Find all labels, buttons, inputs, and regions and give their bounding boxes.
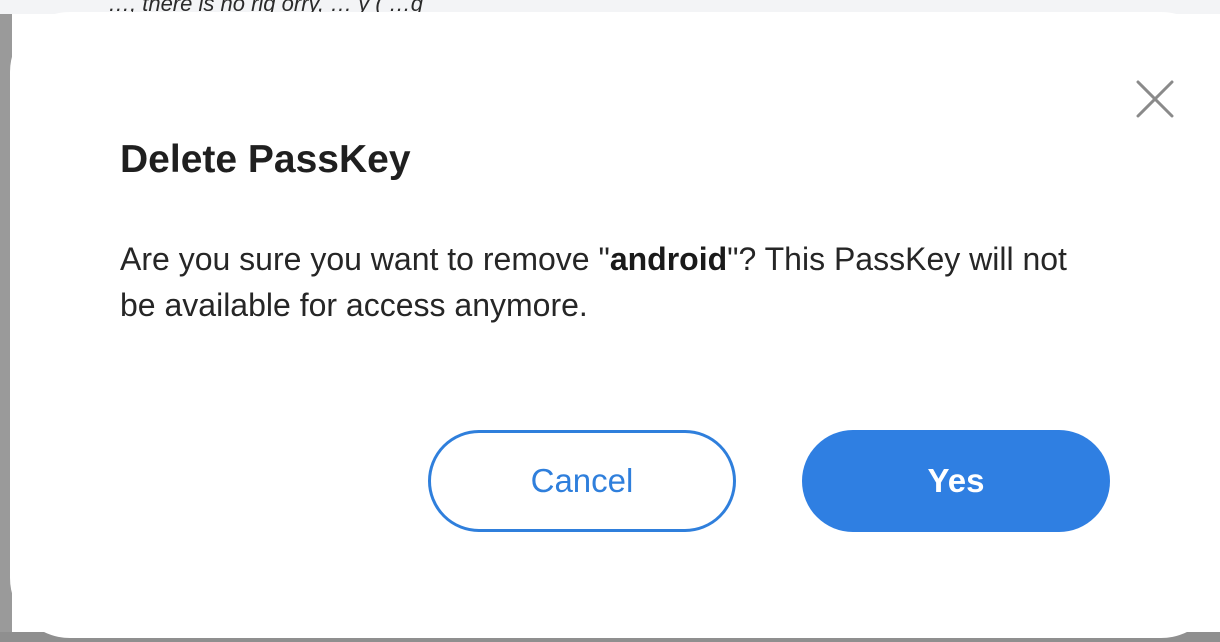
dialog-title: Delete PassKey bbox=[120, 138, 411, 181]
passkey-name: android bbox=[609, 241, 728, 277]
close-button[interactable] bbox=[1128, 72, 1182, 126]
yes-button[interactable]: Yes bbox=[802, 430, 1110, 532]
message-text-before: Are you sure you want to remove " bbox=[120, 241, 610, 277]
cancel-button[interactable]: Cancel bbox=[428, 430, 736, 532]
dialog-message: Are you sure you want to remove "android… bbox=[120, 236, 1080, 328]
close-icon bbox=[1136, 80, 1174, 118]
delete-passkey-dialog: Delete PassKey Are you sure you want to … bbox=[10, 12, 1220, 638]
